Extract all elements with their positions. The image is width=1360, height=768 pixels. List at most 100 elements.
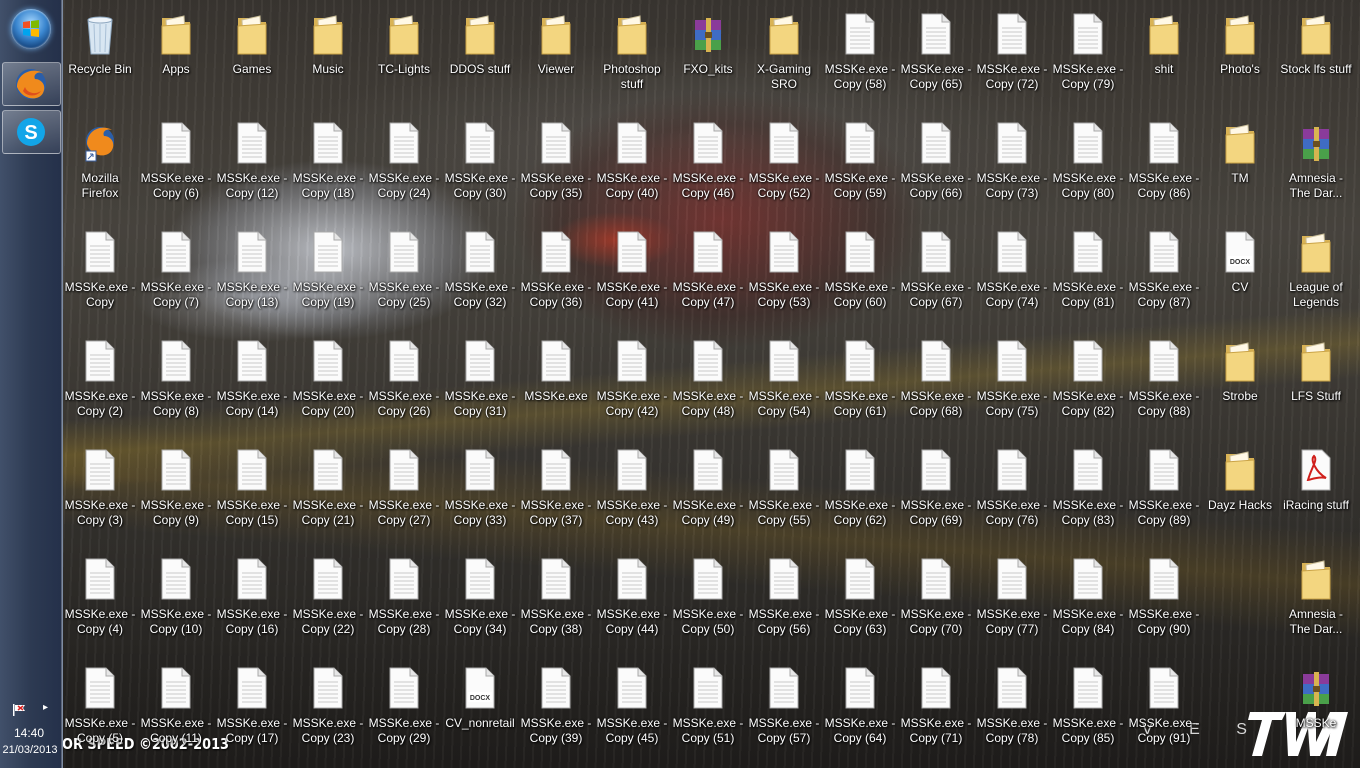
desktop-icon-msske-exe-copy-52[interactable]: MSSKe.exe - Copy (52) [746,113,822,217]
desktop-icon-msske-exe-copy-9[interactable]: MSSKe.exe - Copy (9) [138,440,214,544]
clock-time[interactable]: 14:40 [0,726,58,740]
desktop-icon-league-of-legends[interactable]: League of Legends [1278,222,1354,326]
desktop-icon-photo-s[interactable]: Photo's [1202,4,1278,108]
desktop-icon-msske-exe-copy-59[interactable]: MSSKe.exe - Copy (59) [822,113,898,217]
desktop-icon-msske-exe-copy-8[interactable]: MSSKe.exe - Copy (8) [138,331,214,435]
desktop-icon-msske-exe-copy-80[interactable]: MSSKe.exe - Copy (80) [1050,113,1126,217]
desktop-icon-msske-exe-copy-2[interactable]: MSSKe.exe - Copy (2) [62,331,138,435]
desktop-icon-msske-exe-copy-87[interactable]: MSSKe.exe - Copy (87) [1126,222,1202,326]
action-center-flag-icon[interactable] [12,704,26,716]
desktop-icon-msske-exe-copy-37[interactable]: MSSKe.exe - Copy (37) [518,440,594,544]
desktop-icon-msske-exe-copy-53[interactable]: MSSKe.exe - Copy (53) [746,222,822,326]
desktop-icon-msske-exe-copy-55[interactable]: MSSKe.exe - Copy (55) [746,440,822,544]
desktop-icon-iracing-stuff[interactable]: iRacing stuff [1278,440,1354,544]
desktop-icon-msske-exe-copy-91[interactable]: MSSKe.exe - Copy (91) [1126,658,1202,762]
desktop-icon-dayz-hacks[interactable]: Dayz Hacks [1202,440,1278,544]
desktop-icon-msske-exe-copy-84[interactable]: MSSKe.exe - Copy (84) [1050,549,1126,653]
desktop-icon-recycle-bin[interactable]: Recycle Bin [62,4,138,108]
desktop-icon-msske-exe-copy-85[interactable]: MSSKe.exe - Copy (85) [1050,658,1126,762]
desktop-icon-msske-exe-copy-23[interactable]: MSSKe.exe - Copy (23) [290,658,366,762]
desktop-icon-msske-exe-copy-45[interactable]: MSSKe.exe - Copy (45) [594,658,670,762]
desktop-icon-mozilla-firefox[interactable]: Mozilla Firefox [62,113,138,217]
desktop-icon-msske-exe-copy-79[interactable]: MSSKe.exe - Copy (79) [1050,4,1126,108]
desktop-icon-cv-nonretail[interactable]: DOCX CV_nonretail [442,658,518,762]
desktop-icon-msske-exe-copy-13[interactable]: MSSKe.exe - Copy (13) [214,222,290,326]
desktop-icon-msske-exe-copy-56[interactable]: MSSKe.exe - Copy (56) [746,549,822,653]
desktop-icon-msske-exe-copy-21[interactable]: MSSKe.exe - Copy (21) [290,440,366,544]
desktop-icon-msske-exe-copy-35[interactable]: MSSKe.exe - Copy (35) [518,113,594,217]
desktop-icon-msske-exe-copy-74[interactable]: MSSKe.exe - Copy (74) [974,222,1050,326]
desktop-icon-msske-exe-copy-5[interactable]: MSSKe.exe - Copy (5) [62,658,138,762]
desktop-icon-msske-exe-copy-29[interactable]: MSSKe.exe - Copy (29) [366,658,442,762]
desktop-icon-msske-exe-copy-11[interactable]: MSSKe.exe - Copy (11) [138,658,214,762]
desktop-icon-msske-exe-copy-3[interactable]: MSSKe.exe - Copy (3) [62,440,138,544]
desktop-icon-msske-exe-copy-4[interactable]: MSSKe.exe - Copy (4) [62,549,138,653]
desktop-icon-msske-exe-copy-69[interactable]: MSSKe.exe - Copy (69) [898,440,974,544]
desktop-icon-games[interactable]: Games [214,4,290,108]
show-hidden-icons-arrow-icon[interactable]: ▸ [43,702,48,713]
desktop-icon-msske-exe-copy-34[interactable]: MSSKe.exe - Copy (34) [442,549,518,653]
desktop-icon-msske-exe-copy-16[interactable]: MSSKe.exe - Copy (16) [214,549,290,653]
desktop-icon-msske-exe-copy-68[interactable]: MSSKe.exe - Copy (68) [898,331,974,435]
desktop-icon-msske-exe-copy-72[interactable]: MSSKe.exe - Copy (72) [974,4,1050,108]
desktop-icon-msske[interactable]: MSSKe [1278,658,1354,762]
desktop-icon-msske-exe-copy-15[interactable]: MSSKe.exe - Copy (15) [214,440,290,544]
desktop-icon-msske-exe-copy-81[interactable]: MSSKe.exe - Copy (81) [1050,222,1126,326]
desktop-icon-fxo-kits[interactable]: FXO_kits [670,4,746,108]
desktop-icon-msske-exe-copy[interactable]: MSSKe.exe - Copy [62,222,138,326]
desktop-icon-msske-exe-copy-89[interactable]: MSSKe.exe - Copy (89) [1126,440,1202,544]
desktop-icon-msske-exe-copy-77[interactable]: MSSKe.exe - Copy (77) [974,549,1050,653]
desktop-icon-msske-exe-copy-17[interactable]: MSSKe.exe - Copy (17) [214,658,290,762]
desktop-icon-msske-exe-copy-6[interactable]: MSSKe.exe - Copy (6) [138,113,214,217]
desktop-icon-msske-exe-copy-41[interactable]: MSSKe.exe - Copy (41) [594,222,670,326]
desktop-icon-msske-exe-copy-24[interactable]: MSSKe.exe - Copy (24) [366,113,442,217]
desktop-icon-msske-exe-copy-14[interactable]: MSSKe.exe - Copy (14) [214,331,290,435]
desktop-icon-msske-exe-copy-46[interactable]: MSSKe.exe - Copy (46) [670,113,746,217]
desktop-icon-msske-exe-copy-49[interactable]: MSSKe.exe - Copy (49) [670,440,746,544]
desktop-icon-strobe[interactable]: Strobe [1202,331,1278,435]
desktop-icon-msske-exe-copy-48[interactable]: MSSKe.exe - Copy (48) [670,331,746,435]
desktop-icon-msske-exe-copy-25[interactable]: MSSKe.exe - Copy (25) [366,222,442,326]
desktop-icon-msske-exe-copy-47[interactable]: MSSKe.exe - Copy (47) [670,222,746,326]
desktop-icon-msske-exe-copy-88[interactable]: MSSKe.exe - Copy (88) [1126,331,1202,435]
desktop-icon-msske-exe-copy-61[interactable]: MSSKe.exe - Copy (61) [822,331,898,435]
clock-date[interactable]: 21/03/2013 [0,744,60,756]
desktop-icon-msske-exe-copy-12[interactable]: MSSKe.exe - Copy (12) [214,113,290,217]
desktop-icon-msske-exe-copy-19[interactable]: MSSKe.exe - Copy (19) [290,222,366,326]
desktop-icon-ddos-stuff[interactable]: DDOS stuff [442,4,518,108]
desktop-icon-amnesia-the-dar[interactable]: Amnesia - The Dar... [1278,113,1354,217]
desktop-icon-msske-exe-copy-22[interactable]: MSSKe.exe - Copy (22) [290,549,366,653]
desktop-icon-apps[interactable]: Apps [138,4,214,108]
desktop-icon-msske-exe-copy-67[interactable]: MSSKe.exe - Copy (67) [898,222,974,326]
desktop-icon-msske-exe-copy-31[interactable]: MSSKe.exe - Copy (31) [442,331,518,435]
desktop-icon-msske-exe-copy-60[interactable]: MSSKe.exe - Copy (60) [822,222,898,326]
desktop-icon-msske-exe-copy-27[interactable]: MSSKe.exe - Copy (27) [366,440,442,544]
desktop-icon-msske-exe-copy-54[interactable]: MSSKe.exe - Copy (54) [746,331,822,435]
desktop-icon-msske-exe-copy-70[interactable]: MSSKe.exe - Copy (70) [898,549,974,653]
desktop-icon-msske-exe-copy-76[interactable]: MSSKe.exe - Copy (76) [974,440,1050,544]
desktop-icon-amnesia-the-dar[interactable]: Amnesia - The Dar... [1278,549,1354,653]
desktop-icon-msske-exe-copy-26[interactable]: MSSKe.exe - Copy (26) [366,331,442,435]
desktop-icon-msske-exe-copy-51[interactable]: MSSKe.exe - Copy (51) [670,658,746,762]
desktop-icon-viewer[interactable]: Viewer [518,4,594,108]
desktop-icon-msske-exe-copy-10[interactable]: MSSKe.exe - Copy (10) [138,549,214,653]
desktop-icon-msske-exe-copy-62[interactable]: MSSKe.exe - Copy (62) [822,440,898,544]
desktop-icon-msske-exe-copy-82[interactable]: MSSKe.exe - Copy (82) [1050,331,1126,435]
firefox-taskbar-button[interactable] [2,62,61,106]
desktop-icon-x-gaming-sro[interactable]: X-Gaming SRO [746,4,822,108]
desktop-icon-msske-exe-copy-65[interactable]: MSSKe.exe - Copy (65) [898,4,974,108]
desktop-icon-msske-exe-copy-42[interactable]: MSSKe.exe - Copy (42) [594,331,670,435]
desktop-icon-stock-lfs-stuff[interactable]: Stock lfs stuff [1278,4,1354,108]
desktop-icon-lfs-stuff[interactable]: LFS Stuff [1278,331,1354,435]
desktop-icon-msske-exe-copy-20[interactable]: MSSKe.exe - Copy (20) [290,331,366,435]
desktop-icon-msske-exe-copy-18[interactable]: MSSKe.exe - Copy (18) [290,113,366,217]
desktop-icon-msske-exe-copy-39[interactable]: MSSKe.exe - Copy (39) [518,658,594,762]
desktop-icon-msske-exe-copy-83[interactable]: MSSKe.exe - Copy (83) [1050,440,1126,544]
desktop-icon-msske-exe-copy-86[interactable]: MSSKe.exe - Copy (86) [1126,113,1202,217]
desktop-icon-msske-exe-copy-66[interactable]: MSSKe.exe - Copy (66) [898,113,974,217]
desktop-icon-shit[interactable]: shit [1126,4,1202,108]
skype-taskbar-button[interactable]: S [2,110,61,154]
desktop-icon-msske-exe-copy-63[interactable]: MSSKe.exe - Copy (63) [822,549,898,653]
desktop-icon-msske-exe-copy-43[interactable]: MSSKe.exe - Copy (43) [594,440,670,544]
desktop-icon-msske-exe-copy-36[interactable]: MSSKe.exe - Copy (36) [518,222,594,326]
